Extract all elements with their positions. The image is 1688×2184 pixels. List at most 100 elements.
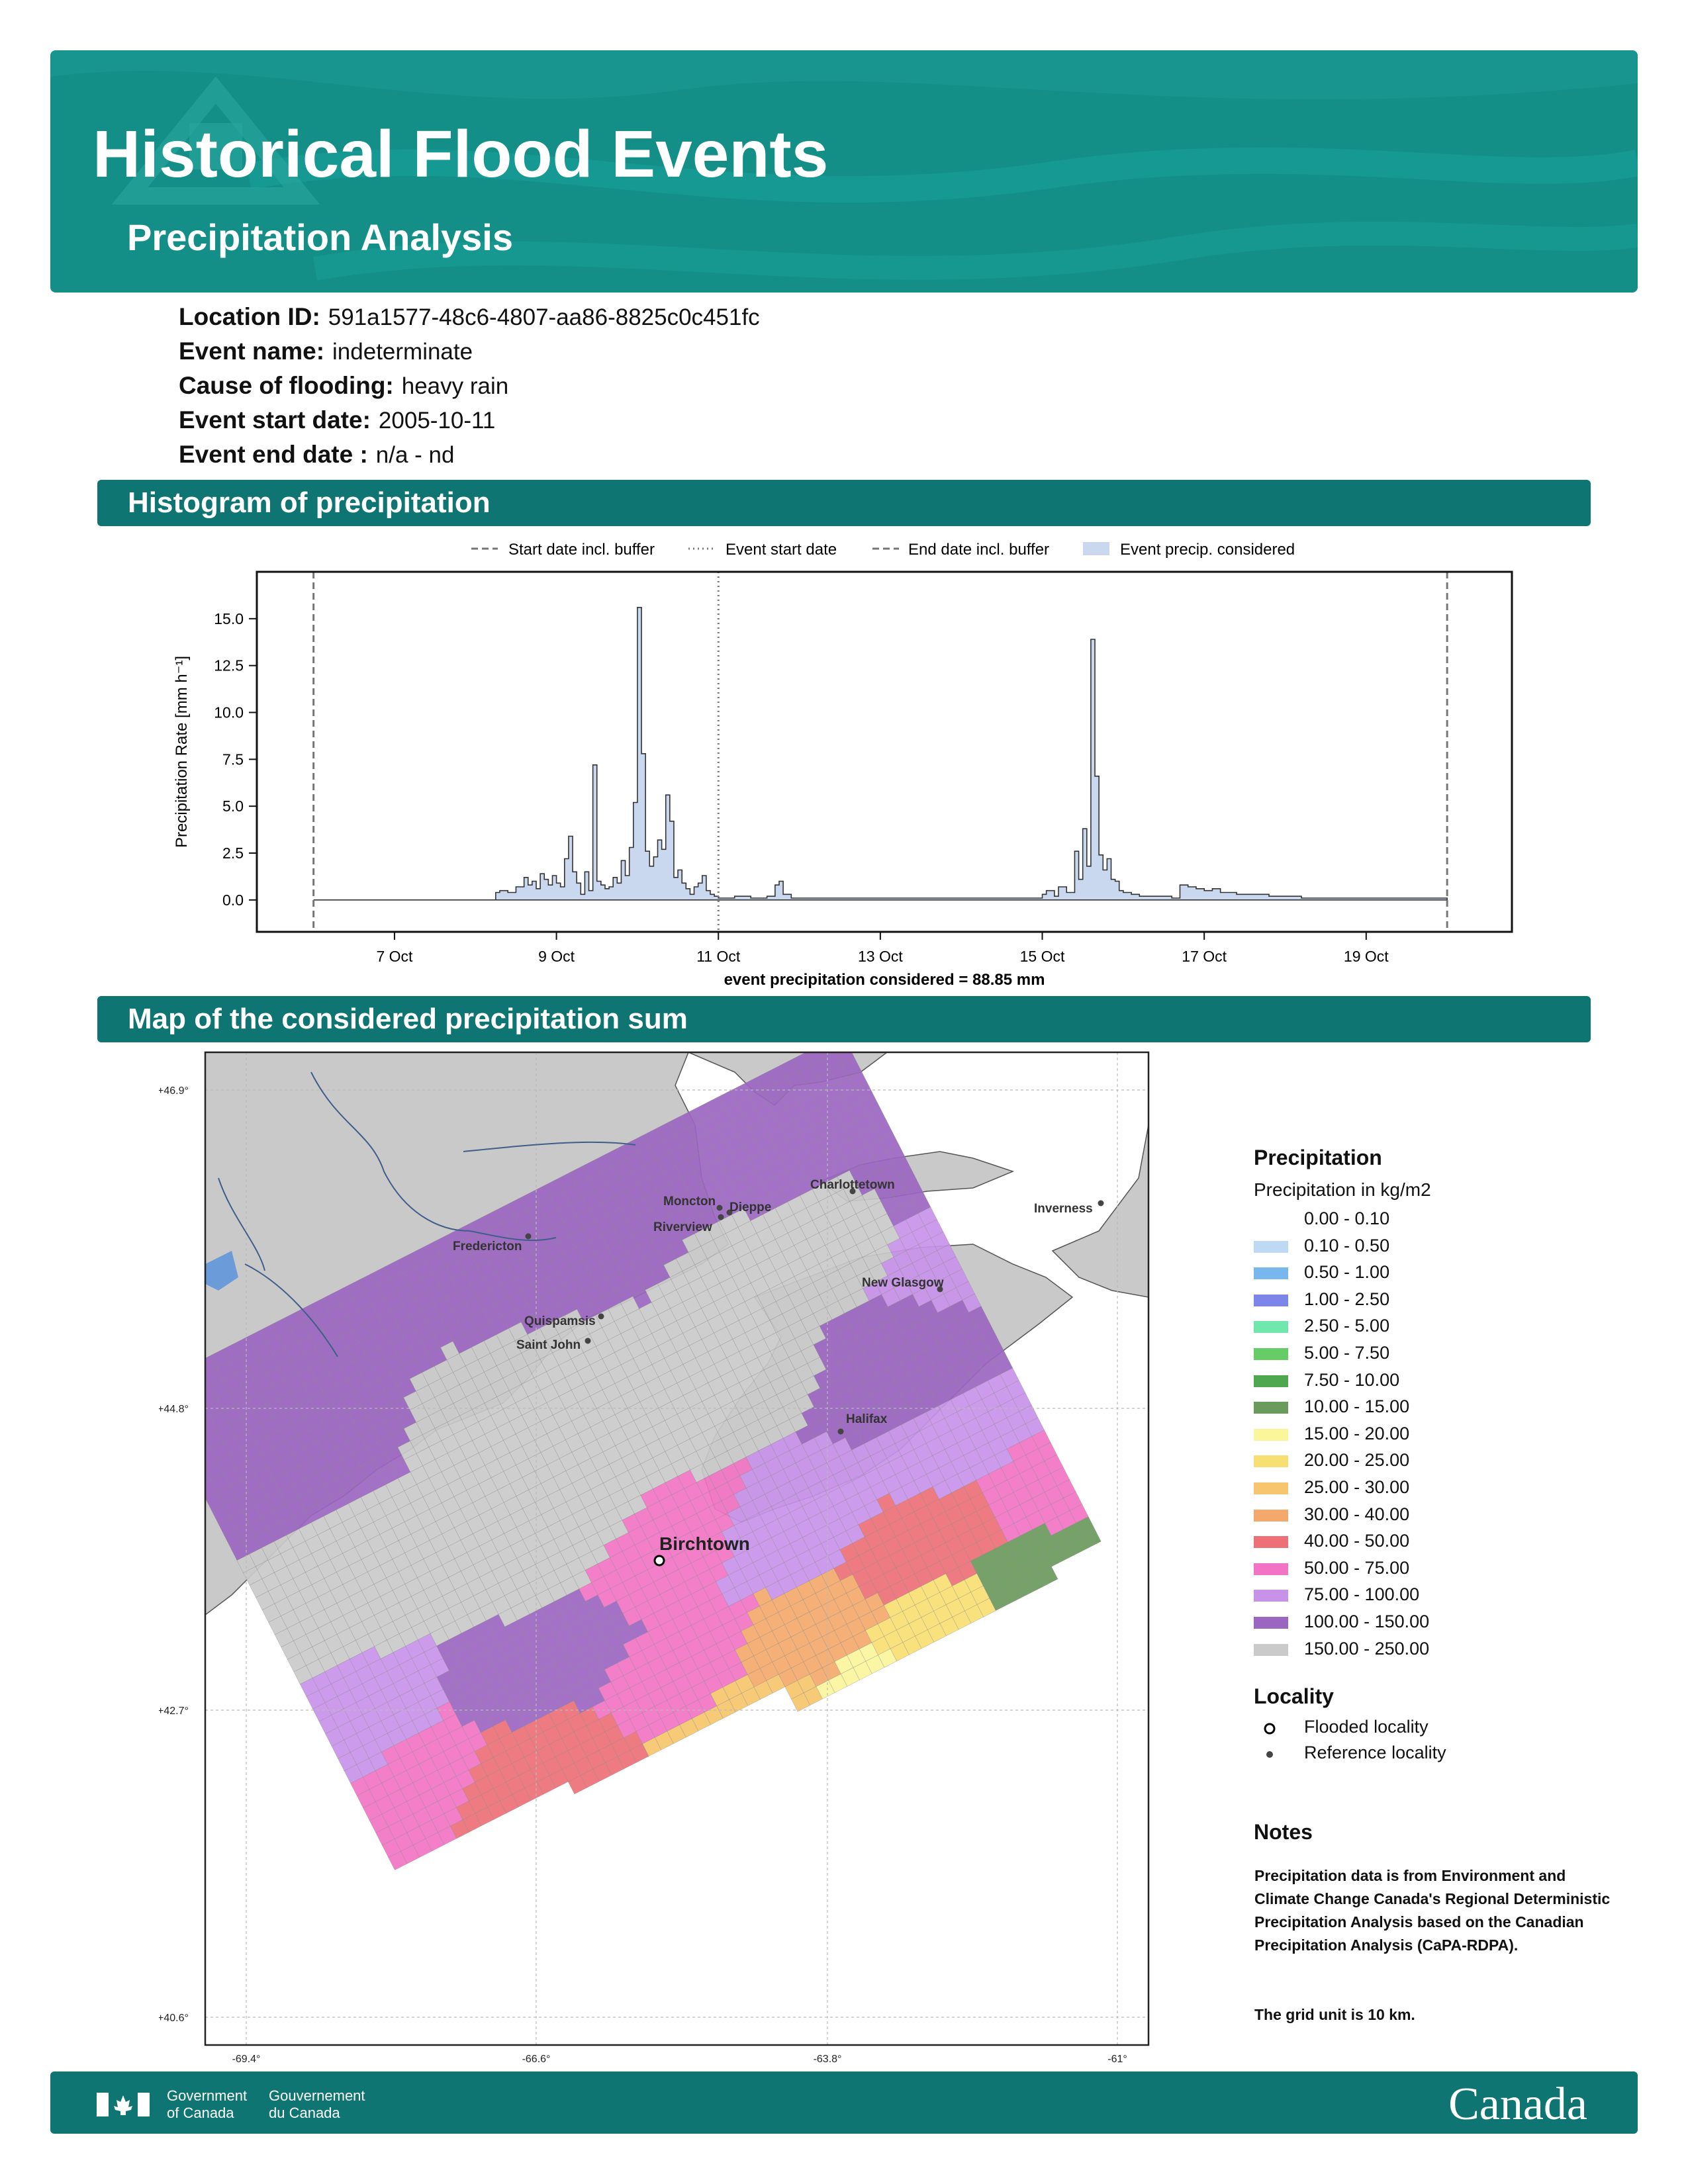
chart-legend: Start date incl. buffer Event start date… bbox=[471, 541, 1295, 559]
info-value: 2005-10-11 bbox=[378, 408, 496, 433]
notes-title: Notes bbox=[1254, 1820, 1313, 1844]
lat-label: +40.6° bbox=[159, 2013, 189, 2024]
reference-locality-marker bbox=[718, 1214, 724, 1220]
locality-riverview: Riverview bbox=[653, 1220, 712, 1234]
notes-text: Precipitation data is from Environment a… bbox=[1254, 1867, 1611, 1954]
legend-class-label: 1.00 - 2.50 bbox=[1304, 1289, 1390, 1309]
grid-cell bbox=[186, 1393, 205, 1412]
locality-halifax: Halifax bbox=[846, 1412, 888, 1426]
info-label: Location ID: bbox=[179, 303, 320, 330]
reference-locality-marker bbox=[585, 1338, 591, 1344]
info-cause: Cause of flooding: heavy rain bbox=[179, 372, 508, 400]
legend-class-label: 30.00 - 40.00 bbox=[1304, 1504, 1410, 1524]
precip-series bbox=[313, 607, 1448, 901]
grid-cell bbox=[173, 1368, 192, 1387]
grid-cell bbox=[161, 1375, 179, 1393]
y-tick-label: 7.5 bbox=[222, 751, 244, 768]
locality-birchtown: Birchtown bbox=[659, 1533, 750, 1554]
gov-fr-line2: du Canada bbox=[269, 2105, 340, 2121]
page-subtitle: Precipitation Analysis bbox=[127, 216, 513, 258]
page-title: Historical Flood Events bbox=[93, 117, 829, 191]
gov-fr-line1: Gouvernement bbox=[269, 2087, 365, 2104]
gov-fr: Gouvernement du Canada bbox=[269, 2087, 365, 2122]
notes-grid-unit: The grid unit is 10 km. bbox=[1254, 2006, 1415, 2023]
legend-color-swatch bbox=[1254, 1617, 1288, 1629]
lon-label: -61° bbox=[1107, 2054, 1127, 2065]
lat-label: +44.8° bbox=[159, 1404, 189, 1415]
lat-label: +46.9° bbox=[159, 1085, 189, 1097]
legend-class-label: 25.00 - 30.00 bbox=[1304, 1477, 1410, 1497]
info-end-date: Event end date : n/a - nd bbox=[179, 441, 454, 469]
locality-quispamsis: Quispamsis bbox=[524, 1314, 596, 1328]
reference-locality-icon bbox=[1266, 1751, 1273, 1758]
legend-label: Reference locality bbox=[1304, 1743, 1446, 1762]
legend-class-label: 40.00 - 50.00 bbox=[1304, 1531, 1410, 1551]
y-axis-label: Precipitation Rate [mm h⁻¹] bbox=[173, 656, 191, 848]
info-value: indeterminate bbox=[332, 339, 473, 365]
legend-class-label: 0.10 - 0.50 bbox=[1304, 1235, 1390, 1255]
grid-cell bbox=[159, 1381, 167, 1399]
legend-label: Flooded locality bbox=[1304, 1717, 1429, 1737]
lon-label: -63.8° bbox=[814, 2054, 842, 2065]
section-map-title: Map of the considered precipitation sum bbox=[97, 996, 1591, 1042]
x-tick-label: 9 Oct bbox=[538, 948, 575, 965]
reference-locality-marker bbox=[716, 1205, 723, 1211]
legend-class-label: 2.50 - 5.00 bbox=[1304, 1316, 1390, 1336]
info-label: Event start date: bbox=[179, 406, 371, 433]
locality-new-glasgow: New Glasgow bbox=[862, 1276, 944, 1290]
locality-dieppe: Dieppe bbox=[729, 1201, 771, 1214]
legend-color-swatch bbox=[1254, 1428, 1288, 1441]
x-axis-label: event precipitation considered = 88.85 m… bbox=[724, 971, 1045, 989]
section-histogram-title: Histogram of precipitation bbox=[97, 480, 1591, 526]
info-label: Cause of flooding: bbox=[179, 372, 394, 399]
locality-saint-john: Saint John bbox=[516, 1338, 581, 1352]
legend-color-swatch bbox=[1254, 1240, 1288, 1253]
legend-class-label: 10.00 - 15.00 bbox=[1304, 1396, 1410, 1417]
legend-locality-title: Locality bbox=[1254, 1684, 1334, 1708]
y-tick-label: 12.5 bbox=[214, 657, 244, 674]
legend-color-swatch bbox=[1254, 1348, 1288, 1360]
locality-fredericton: Fredericton bbox=[453, 1240, 522, 1253]
y-tick-label: 0.0 bbox=[222, 891, 244, 909]
legend-color-swatch bbox=[1254, 1214, 1288, 1226]
x-tick-label: 13 Oct bbox=[858, 948, 903, 965]
legend-class-label: 75.00 - 100.00 bbox=[1304, 1584, 1420, 1605]
precipitation-map: Fredericton Moncton Dieppe Riverview Cha… bbox=[159, 1051, 1150, 2065]
info-value: 591a1577-48c6-4807-aa86-8825c0c451fc bbox=[328, 304, 760, 330]
legend-class-label: 0.00 - 0.10 bbox=[1304, 1208, 1390, 1228]
legend-precipitation-title: Precipitation bbox=[1254, 1146, 1382, 1169]
legend-class-label: 150.00 - 250.00 bbox=[1304, 1638, 1430, 1659]
legend-label-event-start: Event start date bbox=[726, 541, 837, 559]
lon-label: -66.6° bbox=[522, 2054, 551, 2065]
locality-moncton: Moncton bbox=[663, 1195, 716, 1208]
legend-color-swatch bbox=[1254, 1375, 1288, 1387]
info-value: heavy rain bbox=[401, 373, 509, 399]
legend-color-swatch bbox=[1254, 1321, 1288, 1334]
grid-cell bbox=[167, 1418, 186, 1436]
grid-cell bbox=[186, 1362, 205, 1381]
gov-en: Government of Canada bbox=[167, 2087, 247, 2122]
legend-precipitation-subtitle: Precipitation in kg/m2 bbox=[1254, 1179, 1431, 1200]
flooded-locality-marker bbox=[653, 1555, 665, 1567]
gov-en-line2: of Canada bbox=[167, 2105, 234, 2121]
page-header: Historical Flood Events Precipitation An… bbox=[50, 50, 1638, 293]
legend-class-label: 5.00 - 7.50 bbox=[1304, 1343, 1390, 1363]
page-footer: Government of Canada Gouvernement du Can… bbox=[50, 2071, 1638, 2134]
canada-flag-icon bbox=[97, 2093, 150, 2116]
legend-color-swatch bbox=[1254, 1402, 1288, 1414]
x-tick-label: 15 Oct bbox=[1020, 948, 1065, 965]
legend-color-swatch bbox=[1254, 1455, 1288, 1468]
legend-label-start-buffer: Start date incl. buffer bbox=[508, 541, 655, 559]
grid-cell bbox=[180, 1381, 199, 1399]
reference-locality-marker bbox=[598, 1313, 604, 1320]
grid-cell bbox=[205, 1455, 206, 1475]
lat-label: +42.7° bbox=[159, 1706, 189, 1717]
grid-cell bbox=[167, 1387, 186, 1405]
legend-class-label: 100.00 - 150.00 bbox=[1304, 1612, 1430, 1631]
legend-class-label: 15.00 - 20.00 bbox=[1304, 1423, 1410, 1443]
legend-class-label: 7.50 - 10.00 bbox=[1304, 1369, 1400, 1390]
legend-color-swatch bbox=[1254, 1536, 1288, 1549]
legend-class-label: 20.00 - 25.00 bbox=[1304, 1450, 1410, 1471]
legend-color-swatch bbox=[1254, 1590, 1288, 1602]
locality-charlottetown: Charlottetown bbox=[810, 1178, 895, 1192]
